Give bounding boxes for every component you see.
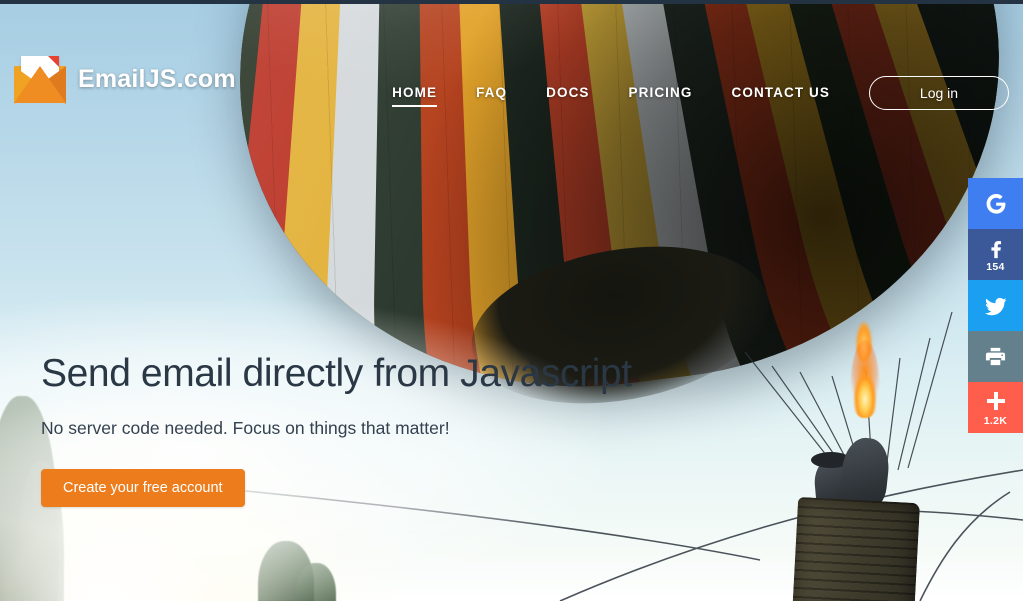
share-tile-twitter[interactable]: [968, 280, 1023, 331]
plus-icon: [984, 389, 1008, 413]
nav-link-faq[interactable]: FAQ: [476, 81, 507, 106]
share-tile-google[interactable]: [968, 178, 1023, 229]
create-free-account-button[interactable]: Create your free account: [41, 468, 245, 507]
login-button[interactable]: Log in: [869, 76, 1009, 110]
share-tile-facebook[interactable]: 154: [968, 229, 1023, 280]
printer-icon: [984, 345, 1007, 368]
share-count-addthis: 1.2K: [983, 414, 1008, 427]
share-count-facebook: 154: [986, 260, 1005, 273]
main-navigation: HOME FAQ DOCS PRICING CONTACT US Log in: [392, 76, 1009, 110]
share-tile-addthis[interactable]: 1.2K: [968, 382, 1023, 433]
brand-name: EmailJS.com: [78, 65, 236, 93]
page-root: EmailJS.com HOME FAQ DOCS PRICING CONTACT US…: [0, 0, 1023, 601]
social-share-rail: 154 1.2K: [968, 178, 1023, 433]
balloon-basket: [791, 496, 921, 601]
nav-link-home[interactable]: HOME: [392, 81, 437, 107]
hero-section: Send email directly from Javascript No s…: [41, 352, 681, 507]
nav-link-pricing[interactable]: PRICING: [629, 81, 693, 106]
envelope-letter-icon: [14, 56, 66, 104]
nav-link-contact-us[interactable]: CONTACT US: [732, 81, 831, 106]
facebook-f-icon: [985, 237, 1007, 259]
brand-logo-link[interactable]: EmailJS.com: [14, 56, 236, 104]
site-header: EmailJS.com HOME FAQ DOCS PRICING CONTACT US…: [0, 4, 1023, 134]
twitter-bird-icon: [984, 294, 1008, 318]
hero-subtitle: No server code needed. Focus on things t…: [41, 417, 450, 438]
share-tile-print[interactable]: [968, 331, 1023, 382]
top-strip: [0, 0, 1023, 4]
nav-link-docs[interactable]: DOCS: [546, 81, 589, 106]
hero-title: Send email directly from Javascript: [41, 352, 632, 395]
google-g-icon: [984, 192, 1008, 216]
